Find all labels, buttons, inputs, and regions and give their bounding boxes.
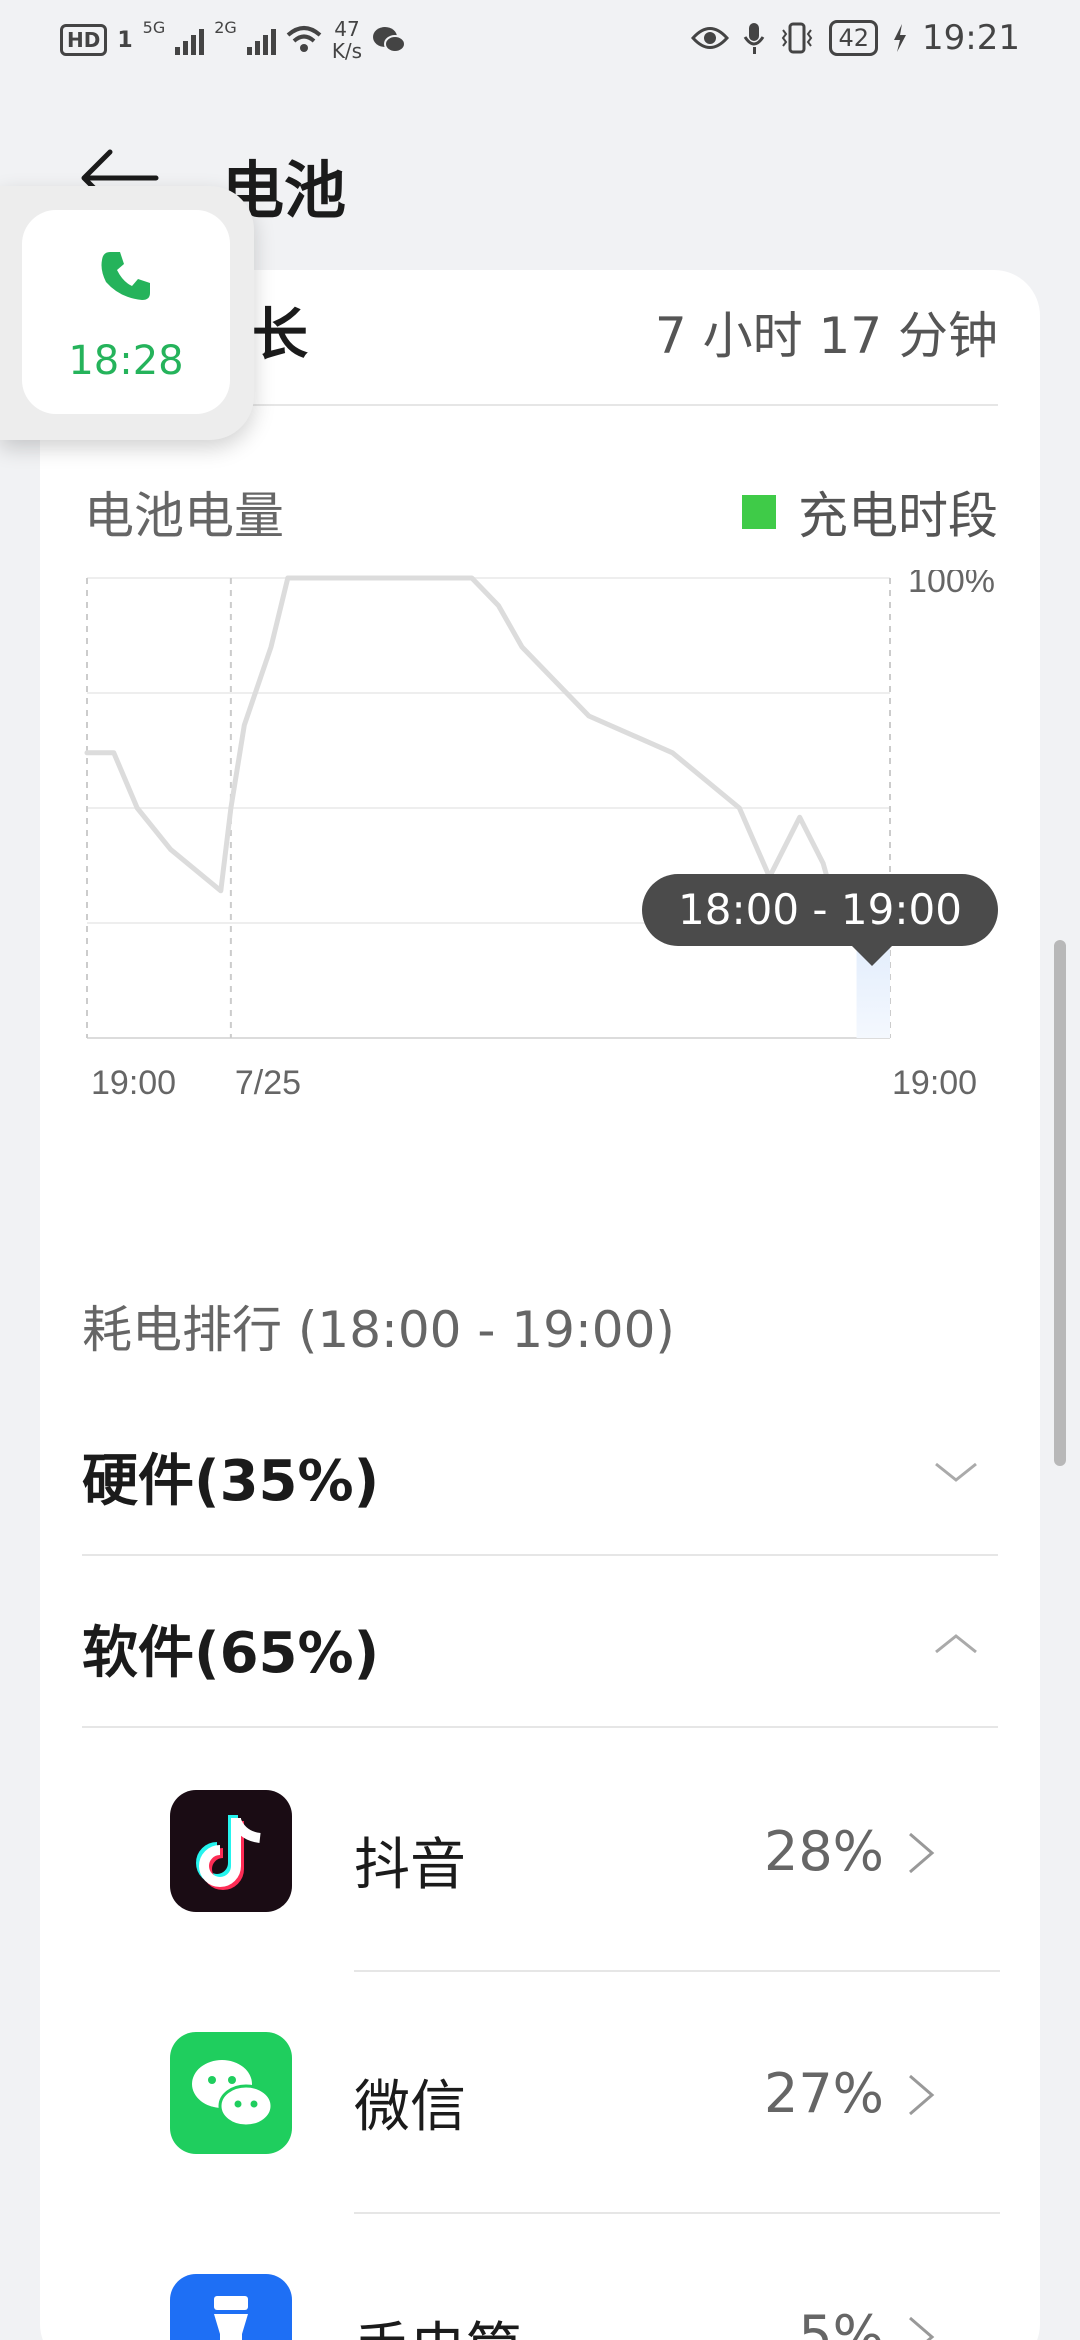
phone-icon	[101, 252, 150, 300]
chevron-right-icon	[909, 2316, 935, 2340]
wifi-icon	[286, 26, 322, 52]
legend-label: 充电时段	[798, 487, 998, 545]
screen-time-value: 7 小时 17 分钟	[654, 307, 998, 365]
battery-chart[interactable]: 100% 19:00 7/25 19:00	[40, 570, 1040, 1110]
flashlight-icon	[170, 2274, 292, 2340]
charging-legend: 充电时段	[742, 476, 998, 548]
signal-icon	[175, 25, 205, 55]
battery-level: 42	[829, 20, 879, 56]
app-name: 微信	[354, 2075, 466, 2140]
eye-icon	[691, 27, 730, 49]
chevron-right-icon	[909, 2074, 935, 2116]
x-tick-labels: 19:00 7/25 19:00	[91, 1064, 977, 1102]
speed-value: 47	[334, 17, 360, 41]
app-percent: 5%	[798, 2304, 884, 2340]
app-row-douyin[interactable]: 抖音 28%	[170, 1730, 1040, 1972]
vibrate-icon	[782, 22, 813, 54]
chevron-down-icon	[935, 1462, 977, 1482]
chart-tooltip: 18:00 - 19:00	[642, 874, 998, 946]
net-2g-label: 2G	[214, 18, 237, 37]
sim-slot: 1	[117, 27, 133, 53]
chart-grid	[86, 577, 891, 1039]
douyin-icon	[170, 1790, 292, 1912]
status-bar: HD 1 5G 2G 47 K/s 42 19:21	[0, 0, 1080, 84]
wechat-app-icon	[170, 2032, 292, 2154]
group-software[interactable]: 软件(65%)	[82, 1556, 998, 1728]
legend-swatch	[742, 495, 776, 529]
app-row-flashlight[interactable]: 手电筒 5%	[170, 2214, 1040, 2340]
mic-icon	[744, 23, 765, 54]
charging-icon	[894, 24, 907, 52]
app-percent: 27%	[763, 2062, 884, 2125]
floating-call-bubble[interactable]: 18:28	[0, 186, 254, 440]
signal-icon-2	[246, 25, 276, 55]
group-hardware-name: 硬件(35%)	[82, 1449, 380, 1514]
net-speed: 47 K/s	[332, 18, 362, 62]
chevron-up-icon	[935, 1634, 977, 1654]
scrollbar[interactable]	[1054, 940, 1066, 1466]
series-line-0	[84, 575, 859, 926]
wechat-icon	[373, 27, 407, 53]
speed-unit: K/s	[331, 39, 363, 63]
group-software-name: 软件(65%)	[82, 1621, 380, 1686]
group-hardware[interactable]: 硬件(35%)	[82, 1384, 998, 1556]
app-name: 抖音	[354, 1833, 466, 1898]
chart-series	[84, 575, 893, 926]
net-5g-label: 5G	[142, 18, 166, 37]
tooltip-arrow	[850, 944, 894, 966]
hd-badge: HD	[60, 24, 108, 56]
app-row-wechat[interactable]: 微信 27%	[170, 1972, 1040, 2214]
x-tick-label-0: 19:00	[91, 1064, 176, 1102]
ranking-label: 耗电排行 (18:00 - 19:00)	[82, 1301, 675, 1359]
app-name: 手电筒	[354, 2304, 522, 2340]
chevron-right-icon	[909, 1832, 935, 1874]
app-percent: 28%	[763, 1820, 884, 1883]
call-bubble-inner: 18:28	[22, 210, 230, 414]
x-tick-label-2: 19:00	[892, 1064, 977, 1102]
clock: 19:21	[922, 18, 1020, 58]
call-duration: 18:28	[68, 338, 184, 384]
x-tick-label-1: 7/25	[235, 1064, 301, 1102]
battery-level-label: 电池电量	[84, 487, 284, 545]
y-tick-label: 100%	[908, 570, 995, 600]
